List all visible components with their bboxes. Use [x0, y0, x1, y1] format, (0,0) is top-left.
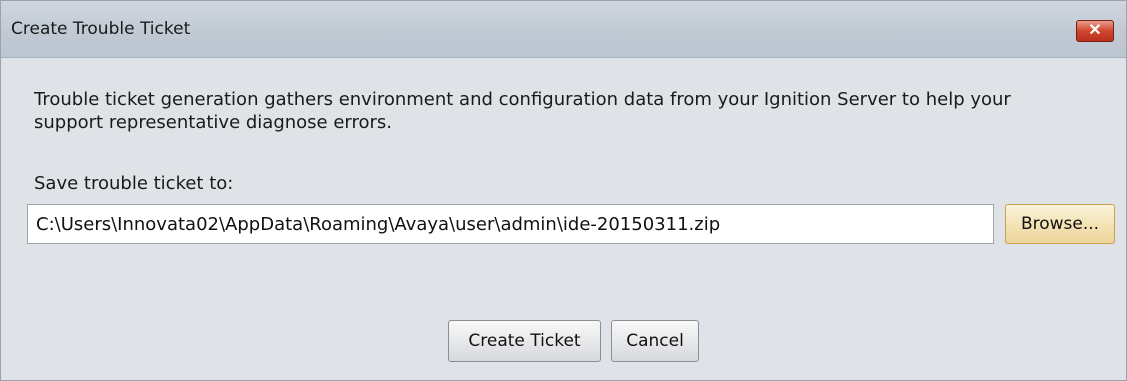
create-ticket-button[interactable]: Create Ticket — [448, 320, 601, 362]
close-button[interactable]: ✕ — [1076, 20, 1114, 42]
browse-button[interactable]: Browse... — [1005, 204, 1115, 244]
close-icon: ✕ — [1088, 22, 1102, 39]
save-path-input[interactable] — [27, 204, 994, 244]
create-trouble-ticket-dialog: Create Trouble Ticket ✕ Trouble ticket g… — [0, 0, 1127, 381]
window-title: Create Trouble Ticket — [11, 19, 191, 39]
title-bar[interactable]: Create Trouble Ticket ✕ — [1, 1, 1126, 58]
dialog-content: Trouble ticket generation gathers enviro… — [1, 58, 1126, 380]
cancel-button[interactable]: Cancel — [611, 320, 699, 362]
description-text: Trouble ticket generation gathers enviro… — [34, 89, 1011, 133]
save-location-label: Save trouble ticket to: — [34, 173, 234, 194]
